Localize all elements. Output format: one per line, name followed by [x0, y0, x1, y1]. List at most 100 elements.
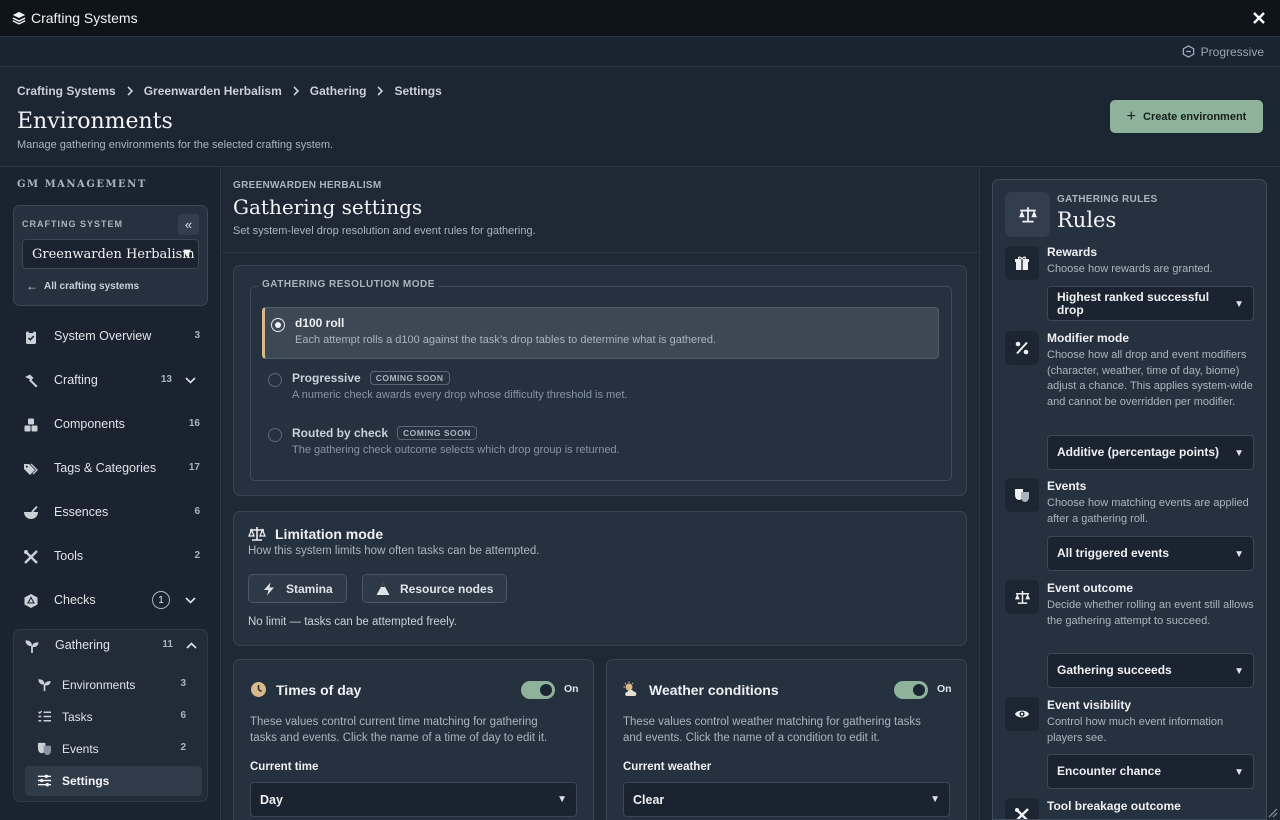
radio-selected[interactable]: [271, 318, 285, 332]
sidebar-item-tags-categories[interactable]: Tags & Categories 17: [13, 453, 208, 485]
tools-icon: [1015, 808, 1029, 819]
double-chevron-left-icon: «: [184, 217, 193, 232]
rewards-value: Highest ranked successful drop: [1057, 289, 1210, 317]
sidebar-subitem-label: Events: [62, 742, 99, 756]
sidebar-item-label: Tools: [54, 549, 84, 563]
resolution-option-d100[interactable]: d100 roll Each attempt rolls a d100 agai…: [262, 307, 939, 359]
close-icon[interactable]: [1252, 11, 1266, 25]
scales-icon: [1014, 590, 1030, 604]
gathering-rules-panel: GATHERING RULES Rules Rewards Choose how…: [992, 179, 1267, 820]
sidebar-item-gathering[interactable]: Gathering 11: [14, 630, 209, 662]
sidebar-subitem-label: Tasks: [62, 710, 93, 724]
caret-down-icon: ▼: [557, 794, 567, 805]
weather-desc: These values control weather matching fo…: [623, 716, 921, 744]
stamina-label: Stamina: [286, 581, 333, 596]
all-crafting-systems-link[interactable]: ← All crafting systems: [26, 279, 139, 293]
sidebar-item-essences[interactable]: Essences 6: [13, 497, 208, 529]
sidebar-item-components[interactable]: Components 16: [13, 409, 208, 441]
limitation-note: No limit — tasks can be attempted freely…: [248, 616, 457, 628]
events-select[interactable]: All triggered events ▼: [1047, 536, 1254, 571]
task-list-icon: [37, 710, 52, 722]
breadcrumb-crafting-systems[interactable]: Crafting Systems: [17, 84, 116, 98]
sidebar-subitem-tasks[interactable]: Tasks 6: [25, 702, 202, 732]
caret-down-icon: ▼: [1234, 448, 1244, 459]
chevron-right-icon: [127, 86, 133, 96]
rule-events-icon-box: [1005, 478, 1039, 512]
mortar-icon: [24, 505, 38, 519]
sidebar-item-tools[interactable]: Tools 2: [13, 541, 208, 573]
caret-down-icon: ▼: [1234, 549, 1244, 560]
chevron-down-icon[interactable]: [185, 375, 196, 386]
event-visibility-select[interactable]: Encounter chance ▼: [1047, 754, 1254, 789]
caret-down-icon: ▼: [1234, 666, 1244, 677]
eye-icon: [1015, 710, 1029, 718]
sidebar-subitem-environments[interactable]: Environments 3: [25, 670, 202, 700]
crafting-system-select[interactable]: Greenwarden Herbalism ▼: [22, 239, 199, 269]
times-of-day-toggle[interactable]: [521, 681, 555, 699]
coming-soon-badge: COMING SOON: [397, 426, 477, 440]
sidebar-item-system-overview[interactable]: System Overview 3: [13, 321, 208, 353]
times-of-day-desc: These values control current time matchi…: [250, 716, 548, 744]
rule-modifier-title: Modifier mode: [1047, 331, 1130, 345]
scales-icon: [248, 527, 266, 541]
breadcrumb-gathering[interactable]: Gathering: [310, 84, 367, 98]
sidebar-item-count: 2: [194, 550, 200, 561]
rule-event-outcome-title: Event outcome: [1047, 581, 1134, 595]
caret-down-icon: ▼: [183, 248, 191, 259]
rule-tool-breakage-title: Tool breakage outcome: [1047, 799, 1181, 813]
rule-tool-breakage-icon-box: [1005, 798, 1039, 819]
sidebar-item-count: 11: [162, 639, 173, 650]
gift-icon: [1015, 256, 1029, 270]
rule-rewards-icon-box: [1005, 246, 1039, 280]
chevron-down-icon[interactable]: [185, 595, 196, 606]
caret-down-icon: ▼: [1234, 299, 1244, 310]
resolution-option-routed: Routed by check COMING SOON The gathering…: [262, 418, 939, 470]
coming-soon-badge: COMING SOON: [369, 371, 450, 385]
modifier-mode-select[interactable]: Additive (percentage points) ▼: [1047, 435, 1254, 470]
sidebar-item-crafting[interactable]: Crafting 13: [13, 365, 208, 397]
rule-event-visibility-icon-box: [1005, 697, 1039, 731]
tags-icon: [24, 463, 38, 475]
sidebar-item-checks[interactable]: Checks 1: [13, 585, 208, 617]
mode-indicator[interactable]: Progressive: [1182, 45, 1264, 59]
rules-eyebrow: GATHERING RULES: [1057, 194, 1158, 205]
resolution-option-progressive: Progressive COMING SOON A numeric check a…: [262, 363, 939, 415]
resize-grip-icon[interactable]: [1266, 806, 1278, 818]
hammer-icon: [25, 374, 38, 388]
breadcrumb-settings: Settings: [394, 84, 442, 98]
mountain-icon: [376, 582, 390, 595]
create-environment-button[interactable]: + Create environment: [1110, 100, 1263, 133]
sidebar-subitem-events[interactable]: Events 2: [25, 734, 202, 764]
masks-icon: [37, 742, 52, 756]
event-outcome-value: Gathering succeeds: [1057, 663, 1172, 677]
rules-title: Rules: [1057, 208, 1117, 232]
event-outcome-select[interactable]: Gathering succeeds ▼: [1047, 653, 1254, 688]
sidebar-item-count: 6: [194, 506, 200, 517]
dice-icon: [24, 594, 38, 608]
chevron-up-icon[interactable]: [186, 640, 197, 651]
rule-rewards-title: Rewards: [1047, 245, 1098, 259]
sidebar-subitem-settings[interactable]: Settings: [25, 766, 202, 796]
times-of-day-title-text: Times of day: [276, 681, 362, 698]
window-title: Crafting Systems: [31, 10, 138, 26]
option-title: Routed by check COMING SOON: [292, 426, 477, 440]
stamina-chip[interactable]: Stamina: [248, 574, 347, 603]
current-time-select[interactable]: Day ▼: [250, 782, 577, 817]
modifier-mode-value: Additive (percentage points): [1057, 445, 1220, 459]
gathering-group: Gathering 11 Environments 3 Tasks 6 Even…: [13, 629, 208, 802]
mode-label: Progressive: [1200, 44, 1264, 59]
sidebar-item-label: Crafting: [54, 373, 98, 387]
sidebar: GM MANAGEMENT CRAFTING SYSTEM « Greenwar…: [0, 167, 221, 820]
resource-nodes-label: Resource nodes: [400, 581, 494, 596]
limitation-subtitle: How this system limits how often tasks c…: [248, 545, 540, 557]
rewards-select[interactable]: Highest ranked successful drop ▼: [1047, 286, 1254, 321]
weather-toggle[interactable]: [894, 681, 928, 699]
rule-event-outcome-desc: Decide whether rolling an event still al…: [1047, 599, 1254, 627]
current-weather-select[interactable]: Clear ▼: [623, 782, 950, 817]
masks-icon: [1015, 489, 1029, 502]
collapse-sidebar-button[interactable]: «: [178, 214, 199, 235]
clock-icon: [251, 682, 266, 697]
resource-nodes-chip[interactable]: Resource nodes: [362, 574, 508, 603]
rule-event-visibility-desc: Control how much event information playe…: [1047, 716, 1224, 744]
breadcrumb-system[interactable]: Greenwarden Herbalism: [144, 84, 282, 98]
